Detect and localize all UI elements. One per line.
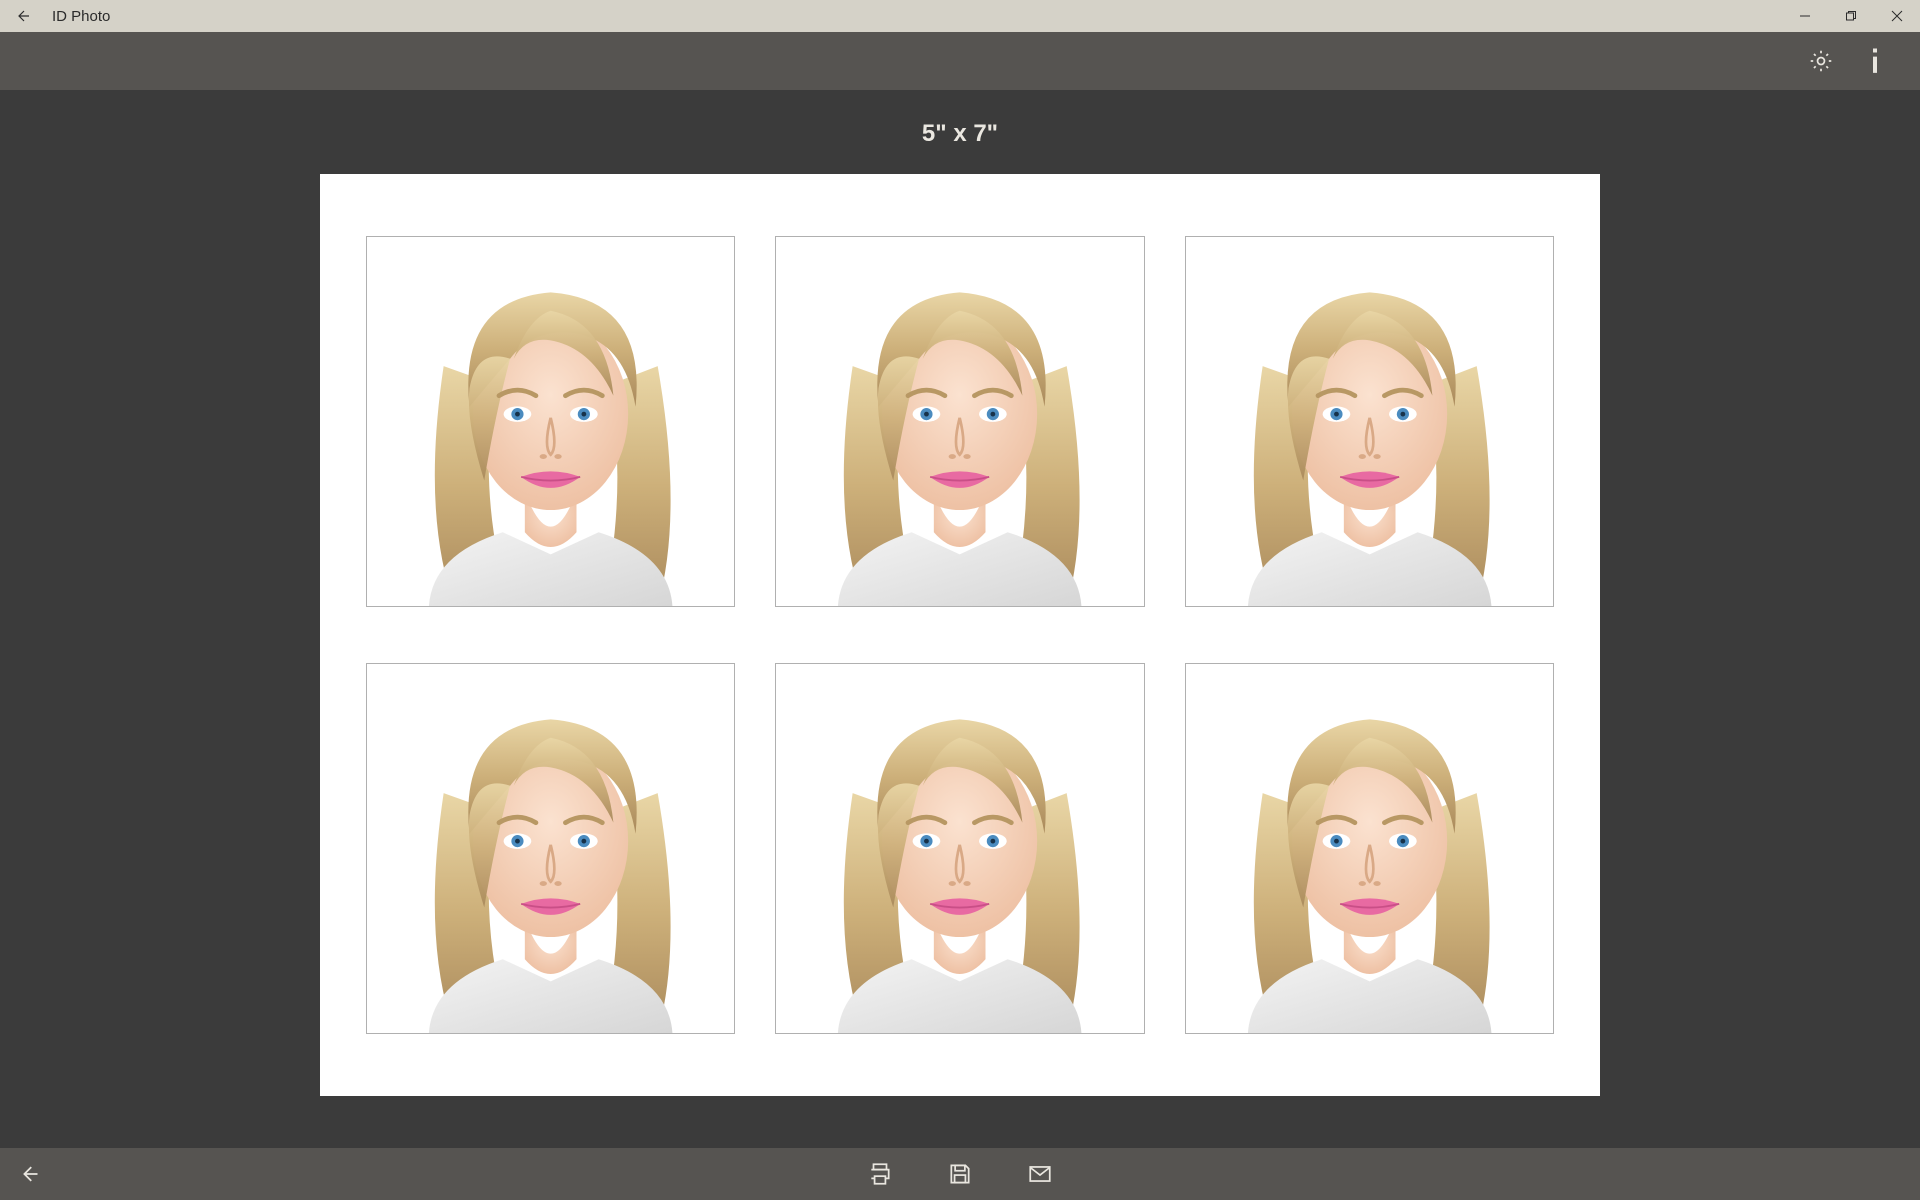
- info-button[interactable]: [1848, 34, 1902, 88]
- photo-cell[interactable]: [1185, 663, 1554, 1034]
- id-photo-portrait: [776, 664, 1143, 1033]
- maximize-icon: [1845, 10, 1857, 22]
- save-icon: [947, 1161, 973, 1187]
- bottom-toolbar: [0, 1148, 1920, 1200]
- window-maximize-button[interactable]: [1828, 0, 1874, 32]
- mail-icon: [1027, 1161, 1053, 1187]
- gear-icon: [1808, 48, 1834, 74]
- back-button[interactable]: [0, 0, 46, 32]
- photo-cell[interactable]: [366, 236, 735, 607]
- arrow-left-icon: [15, 8, 31, 24]
- id-photo-portrait: [367, 237, 734, 606]
- id-photo-portrait: [1186, 237, 1553, 606]
- settings-button[interactable]: [1794, 34, 1848, 88]
- mail-button[interactable]: [1020, 1154, 1060, 1194]
- save-button[interactable]: [940, 1154, 980, 1194]
- photo-cell[interactable]: [366, 663, 735, 1034]
- info-icon: [1864, 46, 1886, 76]
- id-photo-portrait: [1186, 664, 1553, 1033]
- minimize-icon: [1799, 10, 1811, 22]
- print-icon: [867, 1161, 893, 1187]
- photo-cell[interactable]: [775, 236, 1144, 607]
- window-close-button[interactable]: [1874, 0, 1920, 32]
- photo-cell[interactable]: [775, 663, 1144, 1034]
- photo-cell[interactable]: [1185, 236, 1554, 607]
- preview-area: 5" x 7": [0, 90, 1920, 1148]
- app-toolbar: [0, 32, 1920, 90]
- print-sheet: [320, 174, 1600, 1096]
- print-button[interactable]: [860, 1154, 900, 1194]
- app-title: ID Photo: [46, 8, 110, 25]
- close-icon: [1891, 10, 1903, 22]
- arrow-left-icon: [20, 1164, 40, 1184]
- sheet-size-label: 5" x 7": [922, 120, 998, 148]
- nav-back-button[interactable]: [0, 1148, 60, 1200]
- id-photo-portrait: [776, 237, 1143, 606]
- window-minimize-button[interactable]: [1782, 0, 1828, 32]
- window-titlebar: ID Photo: [0, 0, 1920, 32]
- id-photo-portrait: [367, 664, 734, 1033]
